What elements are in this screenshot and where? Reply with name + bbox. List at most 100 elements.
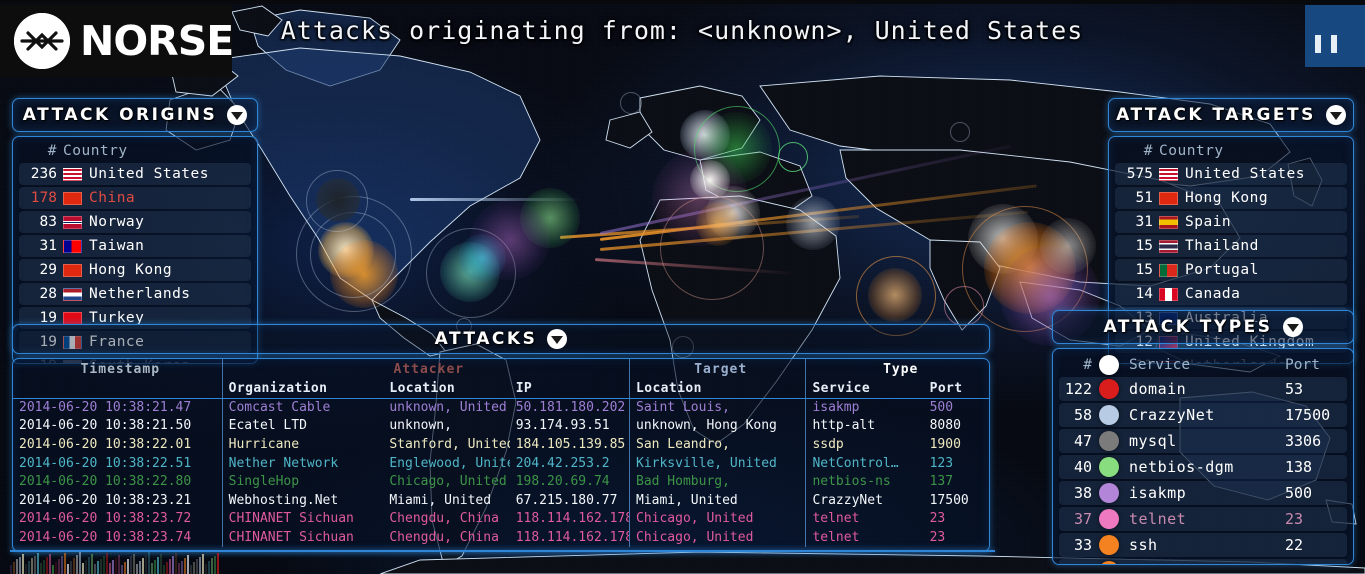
timeline-tick <box>151 562 153 574</box>
timeline-tick <box>217 552 219 574</box>
timeline-tick <box>76 555 78 574</box>
timeline-tick <box>67 563 69 574</box>
table-row[interactable]: 2014-06-20 10:38:23.72 CHINANET Sichuan Ch… <box>13 509 989 529</box>
row-count: 14 <box>1115 283 1159 305</box>
attack-targets-header[interactable]: ATTACK TARGETS <box>1108 98 1354 132</box>
row-flag <box>63 187 89 209</box>
row-count: 178 <box>19 187 63 209</box>
attacks-body[interactable]: Timestamp Attacker Target Type Organizat… <box>12 358 990 552</box>
brand-name: NORSE <box>80 17 234 65</box>
flag-icon-hk <box>63 263 82 277</box>
attacks-title: ATTACKS <box>434 329 538 349</box>
table-row[interactable]: 29 Hong Kong <box>19 259 251 281</box>
table-row[interactable]: 575 United States <box>1115 163 1347 185</box>
type-service: telnet <box>1129 507 1285 531</box>
top-right-controls[interactable] <box>1305 5 1365 67</box>
timeline-tick <box>193 562 195 574</box>
attack-service: isakmp <box>805 398 924 417</box>
timeline-tick <box>82 562 84 574</box>
table-row[interactable]: 37 telnet 23 <box>1059 507 1347 531</box>
type-port: 53 <box>1285 377 1347 401</box>
attacks-header[interactable]: ATTACKS <box>12 324 990 354</box>
attack-organization: Ecatel LTD <box>221 416 384 436</box>
activity-timeline-strip[interactable] <box>10 552 220 574</box>
table-row[interactable]: 2014-06-20 10:38:21.47 Comcast Cable unkno… <box>13 398 989 417</box>
type-color-swatch <box>1099 481 1129 505</box>
timeline-tick <box>16 559 18 574</box>
table-row[interactable]: 40 netbios-dgm 138 <box>1059 455 1347 479</box>
flag-icon-hk <box>1159 191 1178 205</box>
attack-organization: Comcast Cable <box>221 398 384 417</box>
attack-timestamp: 2014-06-20 10:38:21.50 <box>19 418 192 434</box>
timeline-tick <box>169 558 171 574</box>
attack-types-header[interactable]: ATTACK TYPES <box>1052 310 1354 344</box>
attack-service: CrazzyNet <box>805 490 924 510</box>
timeline-tick <box>196 559 198 574</box>
table-row[interactable]: 15 Portugal <box>1115 259 1347 281</box>
row-country: Hong Kong <box>1185 187 1347 209</box>
chevron-down-icon[interactable] <box>227 105 248 125</box>
type-count: 58 <box>1059 403 1099 427</box>
timeline-tick <box>160 554 162 574</box>
table-row[interactable]: 2014-06-20 10:38:21.50 Ecatel LTD unknown,… <box>13 416 989 436</box>
timeline-tick <box>28 561 30 574</box>
attack-timestamp: 2014-06-20 10:38:21.47 <box>19 400 192 416</box>
table-row[interactable]: 38 isakmp 500 <box>1059 481 1347 505</box>
row-flag <box>63 211 89 233</box>
chevron-down-icon[interactable] <box>547 329 568 349</box>
table-row[interactable]: 31 microsoft-ds445 <box>1059 559 1347 564</box>
table-row[interactable]: 122 domain 53 <box>1059 377 1347 401</box>
attack-timestamp: 2014-06-20 10:38:23.72 <box>19 511 192 527</box>
chevron-down-icon[interactable] <box>1325 105 1346 125</box>
table-row[interactable]: 2014-06-20 10:38:23.74 CHINANET Sichuan Ch… <box>13 528 989 547</box>
pause-icon[interactable] <box>1315 35 1337 53</box>
timeline-tick <box>46 557 48 574</box>
table-row[interactable]: 28 Netherlands <box>19 283 251 305</box>
attack-organization: Nether Network <box>221 453 384 473</box>
attack-target-location: Kirksville, United <box>628 453 806 473</box>
table-row[interactable]: 58 CrazzyNet 17500 <box>1059 403 1347 427</box>
table-row[interactable]: 2014-06-20 10:38:22.01 Hurricane Stanford,… <box>13 435 989 454</box>
table-row[interactable]: 2014-06-20 10:38:22.80 SingleHop Chicago, … <box>13 472 989 491</box>
type-count: 40 <box>1059 455 1099 479</box>
table-row[interactable]: 33 ssh 22 <box>1059 533 1347 557</box>
table-row[interactable]: 2014-06-20 10:38:23.21 Webhosting.Net Miam… <box>13 490 989 510</box>
table-row[interactable]: 31 Spain <box>1115 211 1347 233</box>
attack-types-body[interactable]: # Service Port 122 domain 53 58 CrazzyNet 175… <box>1052 348 1354 565</box>
attack-organization: CHINANET Sichuan <box>221 509 384 529</box>
timeline-tick <box>34 555 36 574</box>
table-row[interactable]: 15 Thailand <box>1115 235 1347 257</box>
sub-port: Port <box>923 379 989 399</box>
flag-icon-us <box>1159 167 1178 181</box>
timeline-tick <box>19 556 21 574</box>
sub-timestamp <box>13 379 223 399</box>
timeline-tick <box>13 562 15 574</box>
attack-port: 23 <box>929 511 946 527</box>
table-row[interactable]: 51 Hong Kong <box>1115 187 1347 209</box>
timeline-tick <box>10 565 12 574</box>
legend-dot-icon <box>1099 483 1119 503</box>
row-country: Taiwan <box>89 235 251 257</box>
timeline-tick <box>37 552 39 574</box>
timeline-tick <box>190 565 192 574</box>
table-row[interactable]: 178 China <box>19 187 251 209</box>
attack-origins-header[interactable]: ATTACK ORIGINS <box>12 98 258 132</box>
attack-timestamp: 2014-06-20 10:38:23.21 <box>19 492 192 508</box>
timeline-tick <box>130 556 132 574</box>
flag-icon-th <box>1159 239 1178 253</box>
row-count: 51 <box>1115 187 1159 209</box>
table-row[interactable]: 236 United States <box>19 163 251 185</box>
attack-service: telnet <box>805 509 924 529</box>
attack-types-panel: ATTACK TYPES # Service Port 122 domain 53 5… <box>1052 310 1354 565</box>
table-row[interactable]: 31 Taiwan <box>19 235 251 257</box>
table-row[interactable]: 83 Norway <box>19 211 251 233</box>
timeline-tick <box>157 557 159 574</box>
chevron-down-icon[interactable] <box>1282 317 1303 337</box>
type-service: netbios-dgm <box>1129 455 1285 479</box>
timeline-tick <box>31 558 33 574</box>
row-country: Canada <box>1185 283 1347 305</box>
table-row[interactable]: 47 mysql 3306 <box>1059 429 1347 453</box>
table-row[interactable]: 14 Canada <box>1115 283 1347 305</box>
row-flag <box>1159 283 1185 305</box>
table-row[interactable]: 2014-06-20 10:38:22.51 Nether Network Engl… <box>13 453 989 473</box>
